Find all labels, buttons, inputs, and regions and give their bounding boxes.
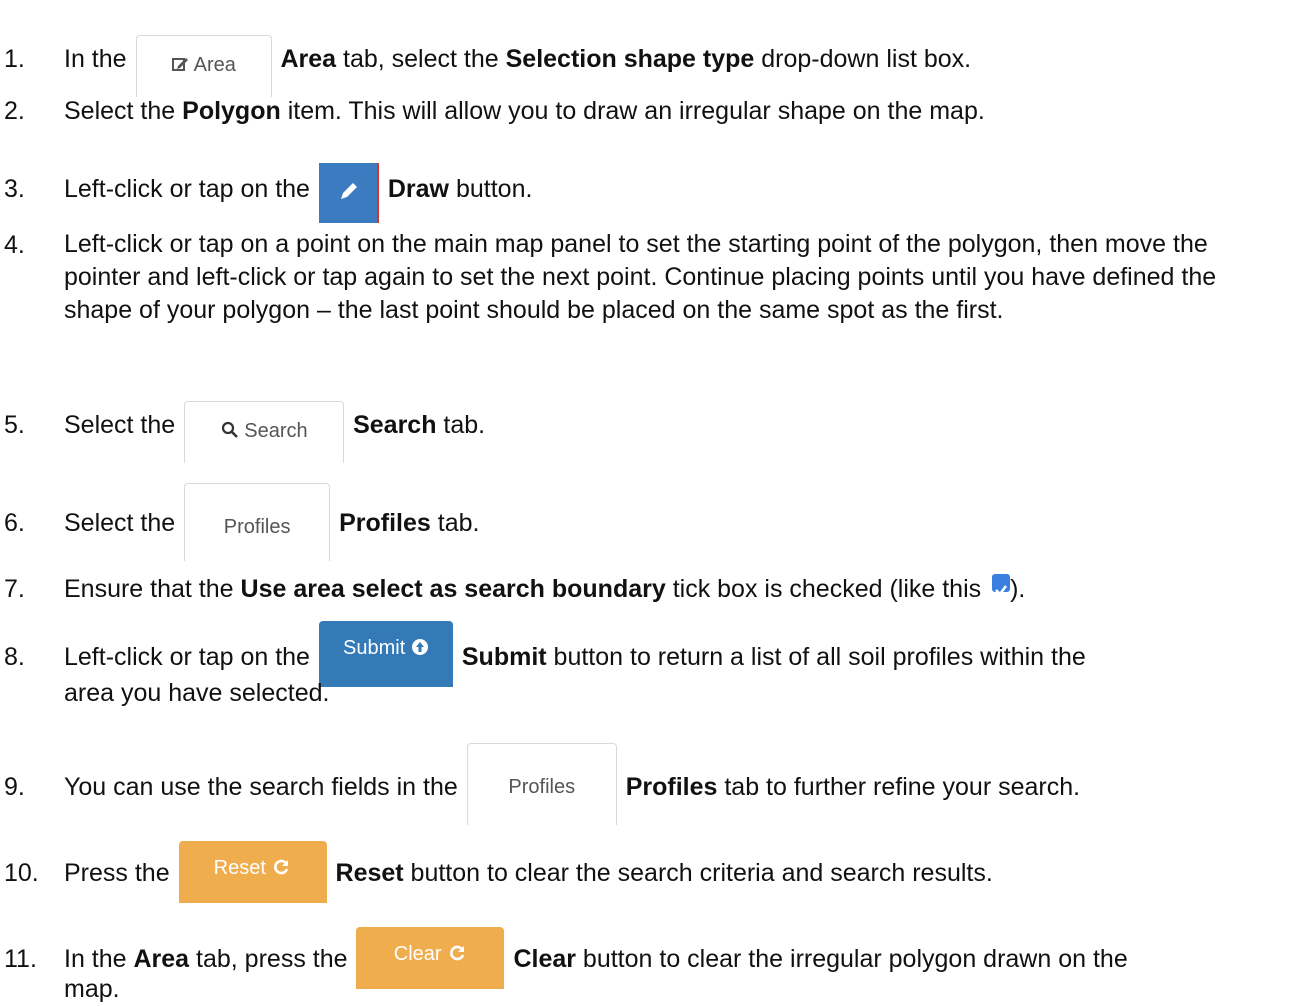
step-number: 3. bbox=[4, 175, 25, 203]
checked-checkbox-icon bbox=[992, 574, 1011, 596]
step-number: 11. bbox=[4, 945, 37, 973]
step-number: 6. bbox=[4, 509, 25, 537]
submit-button-label: Submit bbox=[343, 637, 406, 659]
step-number: 7. bbox=[4, 575, 25, 603]
area-tab-button[interactable]: Area bbox=[135, 35, 272, 97]
profiles-tab-button-2[interactable]: Profiles bbox=[466, 743, 617, 825]
arrow-up-circle-icon bbox=[411, 639, 428, 655]
step-number: 10. bbox=[4, 859, 39, 887]
search-tab-button[interactable]: Search bbox=[184, 401, 345, 463]
reset-button[interactable]: Reset bbox=[178, 841, 327, 903]
profiles-tab-button[interactable]: Profiles bbox=[184, 483, 331, 561]
pencil-icon bbox=[340, 183, 357, 199]
step-number: 9. bbox=[4, 773, 25, 801]
step-number: 5. bbox=[4, 411, 25, 439]
reset-button-label: Reset bbox=[213, 857, 266, 879]
search-tab-label: Search bbox=[244, 420, 308, 442]
clear-button-label: Clear bbox=[393, 943, 442, 965]
refresh-icon bbox=[450, 945, 465, 961]
profiles-tab-label: Profiles bbox=[223, 516, 291, 538]
step-number: 4. bbox=[4, 231, 25, 259]
step-number: 1. bbox=[4, 45, 25, 73]
step-number: 8. bbox=[4, 643, 25, 671]
edit-icon bbox=[172, 58, 189, 71]
step-number: 2. bbox=[4, 97, 25, 125]
draw-button[interactable] bbox=[318, 163, 379, 223]
area-tab-label: Area bbox=[193, 54, 236, 76]
search-icon bbox=[221, 421, 238, 438]
refresh-icon bbox=[274, 859, 289, 875]
profiles-tab-label: Profiles bbox=[508, 776, 576, 798]
